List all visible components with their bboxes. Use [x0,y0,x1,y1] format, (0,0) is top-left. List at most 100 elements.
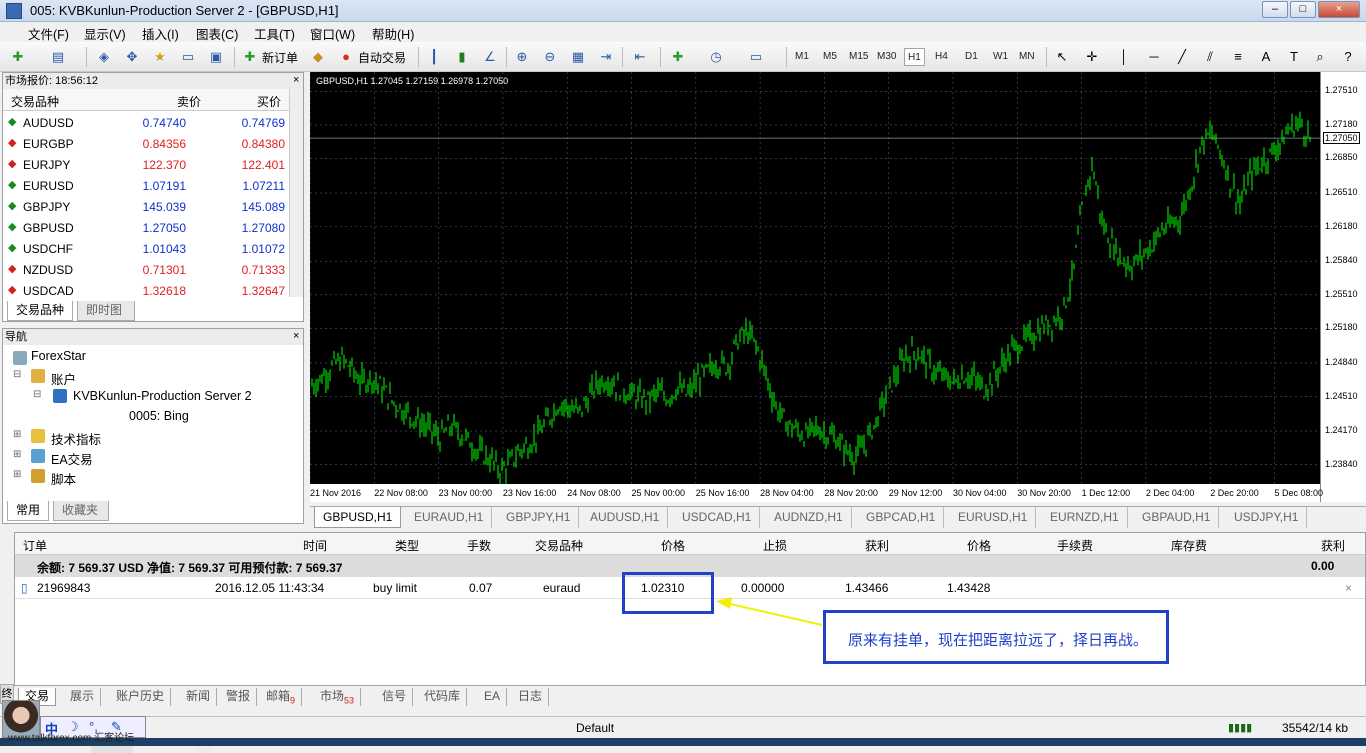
expand-icon[interactable]: ⊟ [33,389,41,400]
col-order[interactable]: 订单 [23,537,47,554]
chart-tab[interactable]: AUDNZD,H1 [766,507,852,528]
indicators-icon[interactable]: ✚ [668,47,688,67]
menu-window[interactable]: 窗口(W) [310,24,355,43]
tf-m15[interactable]: M15 [846,48,871,66]
col-price[interactable]: 价格 [661,537,685,554]
market-watch-row[interactable]: ◆ GBPUSD 1.27050 1.27080 [3,217,289,238]
trendline-icon[interactable]: ╱ [1172,47,1192,67]
market-watch-scrollbar[interactable] [289,89,303,297]
tab-favorites[interactable]: 收藏夹 [53,501,109,521]
nav-accounts[interactable]: 账户 [51,369,76,388]
terminal-tab[interactable]: 警报 [220,688,258,706]
chart-tab[interactable]: EURAUD,H1 [406,507,493,528]
col-type[interactable]: 类型 [395,537,419,554]
market-watch-icon[interactable]: ◈ [94,47,114,67]
autoscroll-toggle-icon[interactable]: ⇤ [630,47,650,67]
col-lots[interactable]: 手数 [467,537,491,554]
vertical-line-icon[interactable]: │ [1114,47,1134,67]
col-tp[interactable]: 获利 [865,537,889,554]
crosshair-icon[interactable]: ✛ [1082,47,1102,67]
menu-chart[interactable]: 图表(C) [196,24,238,43]
col-symbol[interactable]: 交易品种 [11,93,59,110]
tab-tick-chart[interactable]: 即时图 [77,301,135,321]
search-icon[interactable]: ⌕ [1310,47,1330,67]
tf-h1[interactable]: H1 [904,48,925,66]
chart-tab[interactable]: EURUSD,H1 [950,507,1037,528]
nav-indicators[interactable]: 技术指标 [51,429,101,448]
text-icon[interactable]: A [1256,47,1276,67]
terminal-tab[interactable]: 日志 [512,688,550,706]
col-swap[interactable]: 库存费 [1171,537,1207,554]
terminal-tab[interactable]: 展示 [64,688,102,706]
profiles-icon[interactable]: ▤ [48,47,68,67]
new-chart-icon[interactable]: ✚ [8,47,28,67]
nav-scripts[interactable]: 脚本 [51,469,76,488]
zoom-in-icon[interactable]: ⊕ [512,47,532,67]
market-watch-row[interactable]: ◆ AUDUSD 0.74740 0.74769 [3,112,289,133]
maximize-button[interactable]: □ [1290,1,1316,18]
expand-icon[interactable]: ⊞ [13,429,21,440]
chart-tab[interactable]: GBPUSD,H1 [314,507,402,528]
col-symbol[interactable]: 交易品种 [535,537,583,554]
close-icon[interactable]: × [293,74,299,86]
nav-account[interactable]: 0005: Bing [129,409,189,423]
tf-d1[interactable]: D1 [962,48,981,66]
cursor-icon[interactable]: ↖ [1052,47,1072,67]
nav-server[interactable]: KVBKunlun-Production Server 2 [73,389,252,403]
autoscroll-icon[interactable] [606,47,626,67]
market-watch-row[interactable]: ◆ NZDUSD 0.71301 0.71333 [3,259,289,280]
menu-view[interactable]: 显示(V) [84,24,126,43]
col-cur-price[interactable]: 价格 [967,537,991,554]
expand-icon[interactable]: ⊞ [13,449,21,460]
new-order-icon[interactable]: ✚ [240,47,260,67]
tester-icon[interactable]: ▣ [206,47,226,67]
chart-tab[interactable]: GBPAUD,H1 [1134,507,1220,528]
fibo-icon[interactable]: ≡ [1228,47,1248,67]
horizontal-line-icon[interactable]: ─ [1144,47,1164,67]
tab-common[interactable]: 常用 [7,501,49,521]
terminal-tab[interactable]: 市场53 [314,688,362,706]
terminal-tab[interactable]: 信号 [376,688,414,706]
tab-symbols[interactable]: 交易品种 [7,301,73,321]
terminal-tab[interactable]: 代码库 [418,688,468,706]
menu-tools[interactable]: 工具(T) [254,24,295,43]
market-watch-row[interactable]: ◆ USDCAD 1.32618 1.32647 [3,280,289,301]
terminal-tab[interactable]: 账户历史 [110,688,172,706]
chart-tab[interactable]: USDCAD,H1 [674,507,761,528]
terminal-tab[interactable]: 邮箱9 [260,688,303,706]
help-icon[interactable]: ? [1338,47,1358,67]
tf-h4[interactable]: H4 [932,48,951,66]
templates-icon[interactable]: ▭ [746,47,766,67]
nav-ea[interactable]: EA交易 [51,449,93,468]
new-order-button[interactable]: 新订单 [262,49,298,66]
label-icon[interactable]: T [1284,47,1304,67]
expand-icon[interactable]: ⊞ [13,469,21,480]
chart-tab[interactable]: USDJPY,H1 [1226,507,1308,528]
menu-insert[interactable]: 插入(I) [142,24,179,43]
tf-m1[interactable]: M1 [792,48,812,66]
col-sl[interactable]: 止损 [763,537,787,554]
chart-tab[interactable]: GBPJPY,H1 [498,507,580,528]
market-watch-row[interactable]: ◆ EURGBP 0.84356 0.84380 [3,133,289,154]
market-watch-row[interactable]: ◆ USDCHF 1.01043 1.01072 [3,238,289,259]
close-button[interactable]: × [1318,1,1360,18]
terminal-tab[interactable]: 新闻 [180,688,218,706]
market-watch-row[interactable]: ◆ EURUSD 1.07191 1.07211 [3,175,289,196]
menu-help[interactable]: 帮助(H) [372,24,414,43]
periods-icon[interactable]: ◷ [706,47,726,67]
data-window-icon[interactable]: ✥ [122,47,142,67]
auto-trade-icon[interactable]: ● [336,47,356,67]
tf-m30[interactable]: M30 [874,48,899,66]
tf-m5[interactable]: M5 [820,48,840,66]
bar-chart-icon[interactable]: ┃ [424,47,444,67]
col-time[interactable]: 时间 [303,537,327,554]
col-bid[interactable]: 卖价 [177,93,201,110]
expand-icon[interactable]: ⊟ [13,369,21,380]
zoom-out-icon[interactable]: ⊖ [540,47,560,67]
tf-w1[interactable]: W1 [990,48,1011,66]
menu-file[interactable]: 文件(F) [28,24,69,43]
chart-tab[interactable]: EURNZD,H1 [1042,507,1128,528]
close-order-icon[interactable]: × [1345,581,1352,595]
minimize-button[interactable]: – [1262,1,1288,18]
tile-windows-icon[interactable]: ▦ [568,47,588,67]
